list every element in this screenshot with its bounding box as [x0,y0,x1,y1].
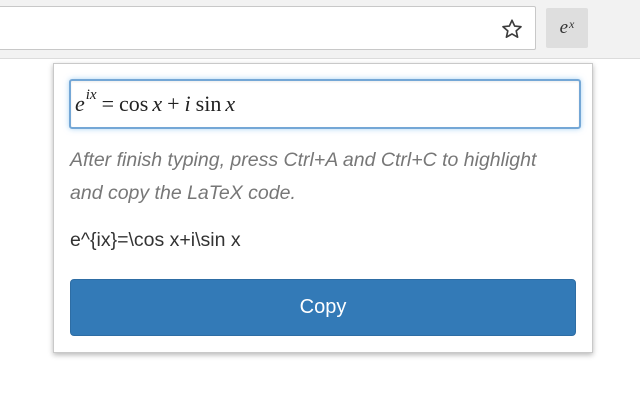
copy-button[interactable]: Copy [70,279,576,336]
math-input-field[interactable]: e ix = cos x + i sin x [69,79,581,129]
extension-popup: e ix = cos x + i sin x After finish typing, pres… [53,63,593,353]
instruction-text: After finish typing, press Ctrl+A and Ct… [70,149,537,204]
math-imag-i: i [184,91,191,116]
browser-toolbar: ex [0,0,640,59]
math-var-x: x [152,91,163,116]
latex-extension-button[interactable]: ex [546,8,588,48]
math-equals: = [101,91,115,116]
math-sin: sin [195,91,222,116]
latex-output: e^{ix}=\cos x+i\sin x [70,229,241,251]
extension-icon-exponent: x [569,16,575,31]
math-base: e [75,91,85,116]
extension-icon-base: e [559,17,569,38]
address-bar[interactable] [0,6,536,50]
math-var-x-2: x [225,91,236,116]
math-plus: + [167,91,180,116]
math-cos: cos [119,91,149,116]
star-outline-icon [502,19,522,38]
math-exponent: ix [85,86,97,103]
star-icon[interactable] [498,15,526,43]
